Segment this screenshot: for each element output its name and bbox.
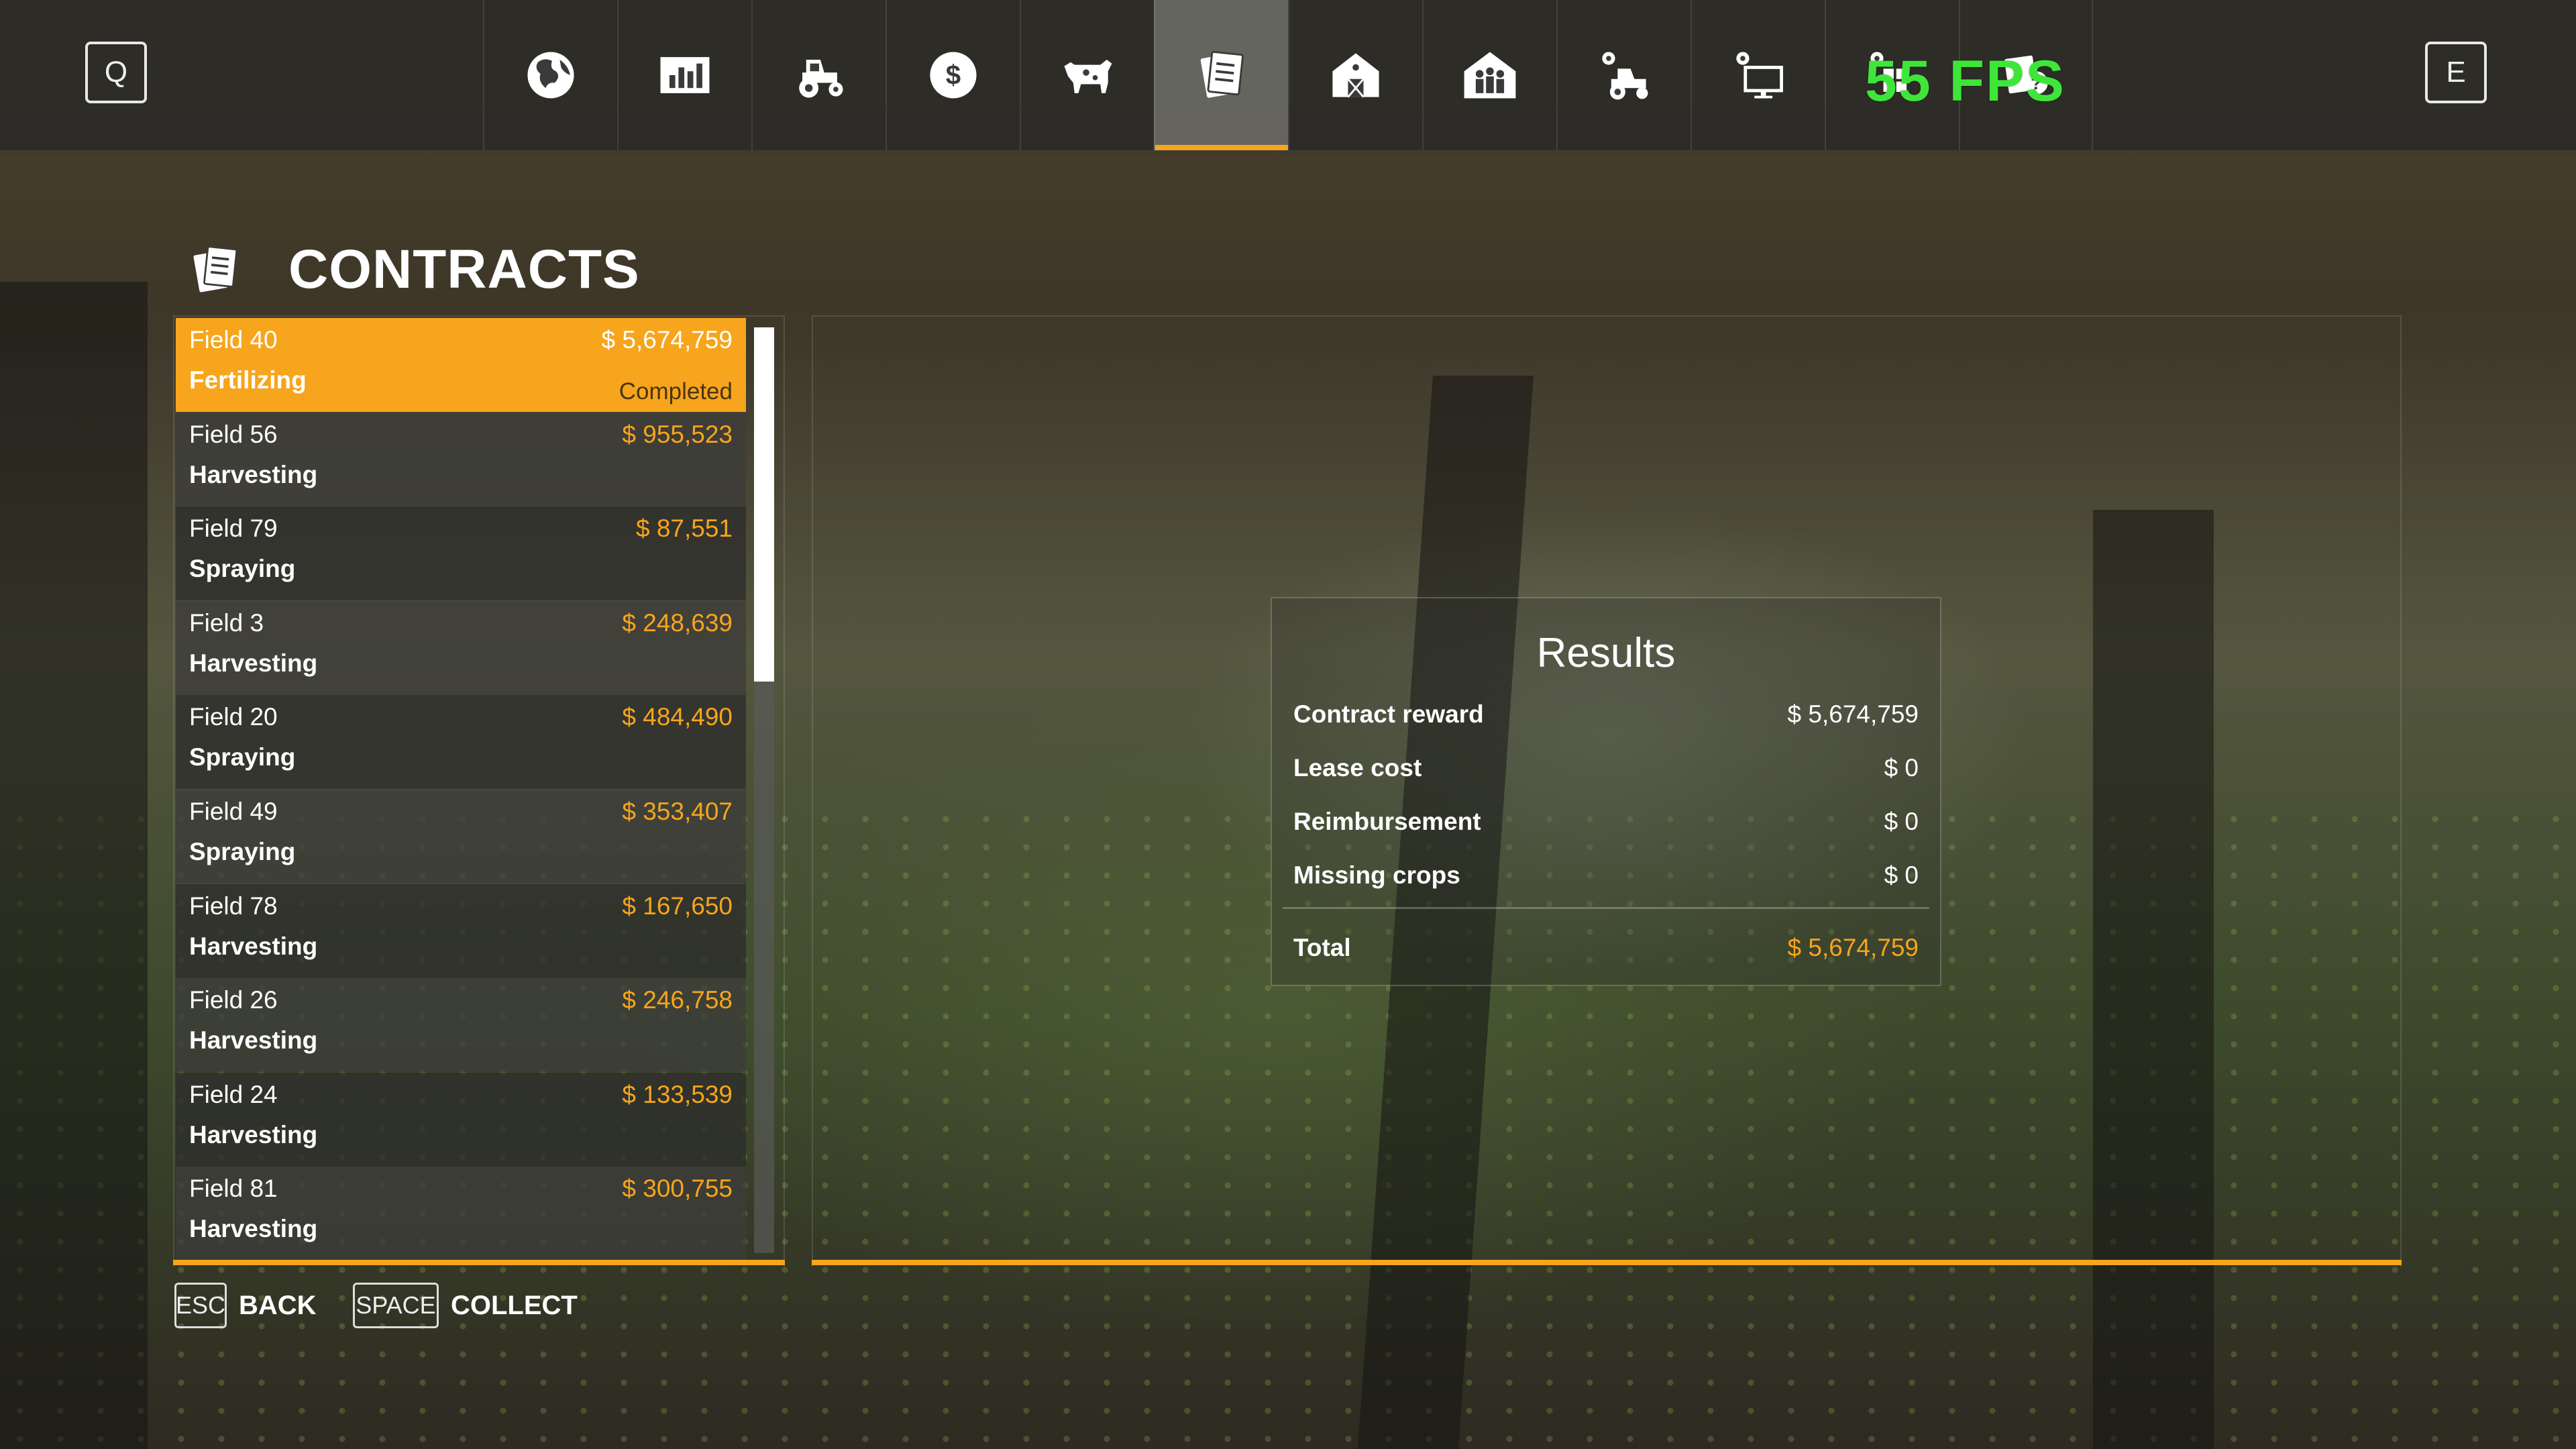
contract-reward: $ 353,407 [622, 797, 733, 825]
contract-field-name: Field 49 [189, 797, 278, 825]
globe-icon [527, 52, 574, 99]
contract-list-item[interactable]: Field 56 Harvesting $ 955,523 [176, 412, 746, 506]
tab-animals[interactable] [1020, 0, 1154, 150]
total-value: $ 5,674,759 [1787, 934, 1919, 961]
result-value: $ 0 [1884, 861, 1919, 889]
contract-field-name: Field 20 [189, 703, 278, 731]
esc-keycap: ESC [174, 1283, 227, 1328]
statistics-icon [660, 57, 710, 93]
tab-display-settings[interactable] [1690, 0, 1825, 150]
contract-detail-underline [812, 1260, 2402, 1265]
contract-list-item[interactable]: Field 26 Harvesting $ 246,758 [176, 978, 746, 1073]
tractor-icon [799, 59, 843, 98]
contract-field-name: Field 78 [189, 892, 278, 920]
result-value: $ 0 [1884, 754, 1919, 782]
fps-counter: 55 FPS [1865, 49, 2065, 113]
workers-icon [1464, 52, 1516, 99]
contract-reward: $ 167,650 [622, 892, 733, 920]
results-divider [1283, 907, 1929, 909]
contract-list: Field 40 Fertilizing $ 5,674,759 Completed F… [176, 318, 746, 1261]
result-value: $ 5,674,759 [1787, 700, 1919, 728]
contract-list-item[interactable]: Field 49 Spraying $ 353,407 [176, 789, 746, 883]
contract-field-name: Field 56 [189, 420, 278, 448]
contract-field-name: Field 24 [189, 1080, 278, 1108]
contract-type: Harvesting [189, 649, 318, 677]
contract-list-item[interactable]: Field 40 Fertilizing $ 5,674,759 Completed [176, 318, 746, 412]
display-settings-icon [1736, 52, 1783, 99]
contract-list-item[interactable]: Field 78 Harvesting $ 167,650 [176, 883, 746, 978]
previous-page-key-button[interactable]: Q [85, 42, 147, 103]
contract-reward: $ 5,674,759 [601, 326, 733, 354]
contract-type: Harvesting [189, 1215, 318, 1243]
result-value: $ 0 [1884, 808, 1919, 835]
contract-type: Spraying [189, 555, 296, 583]
contracts-header-icon [193, 246, 238, 292]
contract-type: Harvesting [189, 932, 318, 960]
tab-map[interactable] [483, 0, 617, 150]
contract-field-name: Field 81 [189, 1175, 278, 1203]
contracts-icon [1200, 50, 1244, 98]
result-label: Lease cost [1293, 754, 1422, 782]
tab-contracts[interactable] [1154, 0, 1288, 150]
page-title: CONTRACTS [288, 239, 640, 300]
finances-icon: $ [930, 52, 977, 99]
result-label: Missing crops [1293, 861, 1460, 889]
contract-reward: $ 300,755 [622, 1175, 733, 1203]
result-row-total: Total $ 5,674,759 [1293, 934, 1919, 974]
tab-statistics[interactable] [617, 0, 751, 150]
contract-field-name: Field 3 [189, 608, 264, 637]
contract-status: Completed [619, 378, 733, 405]
contract-type: Harvesting [189, 460, 318, 488]
total-label: Total [1293, 934, 1351, 961]
results-title: Results [1536, 630, 1676, 676]
vehicle-settings-icon [1602, 52, 1648, 100]
result-row-reimbursement: Reimbursement $ 0 [1293, 808, 1919, 848]
tab-workers[interactable] [1422, 0, 1556, 150]
space-keycap: SPACE [353, 1283, 439, 1328]
result-row-missing-crops: Missing crops $ 0 [1293, 861, 1919, 902]
animals-icon [1064, 59, 1112, 93]
top-navigation-bar: Q $ ? 55 FPS E [0, 0, 2576, 152]
contract-type: Harvesting [189, 1026, 318, 1055]
collect-button[interactable]: SPACE COLLECT [353, 1283, 578, 1328]
result-label: Contract reward [1293, 700, 1484, 728]
contract-reward: $ 484,490 [622, 703, 733, 731]
collect-label: COLLECT [451, 1290, 578, 1320]
tab-buildings[interactable] [1288, 0, 1422, 150]
result-row-contract-reward: Contract reward $ 5,674,759 [1293, 700, 1919, 741]
contract-field-name: Field 79 [189, 515, 278, 543]
contract-field-name: Field 26 [189, 986, 278, 1014]
results-box: Results Contract reward $ 5,674,759 Leas… [1271, 597, 1941, 986]
menu-tabs: $ ? [483, 0, 2093, 150]
tab-finances[interactable]: $ [885, 0, 1020, 150]
contract-reward: $ 87,551 [635, 515, 733, 543]
contract-field-name: Field 40 [189, 326, 278, 354]
tab-vehicles[interactable] [751, 0, 885, 150]
contract-list-item[interactable]: Field 3 Harvesting $ 248,639 [176, 600, 746, 695]
contract-reward: $ 246,758 [622, 986, 733, 1014]
back-button[interactable]: ESC BACK [174, 1283, 317, 1328]
back-label: BACK [239, 1290, 317, 1320]
next-page-key-button[interactable]: E [2425, 42, 2487, 103]
contract-reward: $ 955,523 [622, 420, 733, 448]
barn-icon [1332, 53, 1379, 98]
contract-list-item[interactable]: Field 20 Spraying $ 484,490 [176, 695, 746, 790]
tab-vehicle-settings[interactable] [1556, 0, 1690, 150]
background-strut-left [0, 282, 148, 1449]
svg-text:$: $ [946, 59, 961, 90]
contract-type: Spraying [189, 837, 296, 865]
result-label: Reimbursement [1293, 808, 1481, 835]
contract-list-underline [173, 1260, 785, 1265]
scrollbar-thumb[interactable] [754, 327, 774, 682]
contract-reward: $ 248,639 [622, 608, 733, 637]
contract-reward: $ 133,539 [622, 1080, 733, 1108]
contract-list-item[interactable]: Field 79 Spraying $ 87,551 [176, 506, 746, 601]
contract-list-item[interactable]: Field 24 Harvesting $ 133,539 [176, 1072, 746, 1167]
contract-list-item[interactable]: Field 81 Harvesting $ 300,755 [176, 1167, 746, 1261]
page-header: CONTRACTS [188, 238, 640, 301]
contract-type: Harvesting [189, 1120, 318, 1148]
result-row-lease-cost: Lease cost $ 0 [1293, 754, 1919, 794]
contract-type: Fertilizing [189, 366, 307, 394]
contract-type: Spraying [189, 743, 296, 771]
